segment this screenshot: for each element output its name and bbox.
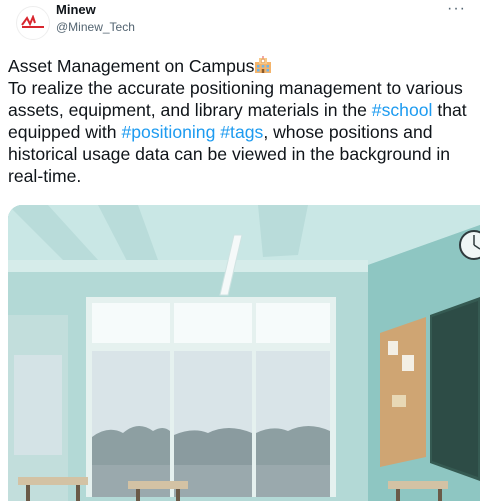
minew-logo-icon — [21, 15, 44, 28]
more-options-icon[interactable]: ··· — [447, 1, 466, 17]
tweet-title-line: Asset Management on Campus — [8, 55, 470, 77]
hashtag-tags-link[interactable]: #tags — [220, 122, 263, 142]
author-display-name[interactable]: Minew — [56, 2, 96, 17]
tweet-title: Asset Management on Campus — [8, 56, 255, 76]
hashtag-school-link[interactable]: #school — [372, 100, 433, 120]
school-building-icon — [255, 56, 272, 73]
classroom-image — [8, 205, 480, 501]
tweet-text: Asset Management on Campus To realize th… — [8, 55, 470, 187]
author-handle[interactable]: @Minew_Tech — [56, 20, 135, 34]
hashtag-positioning-link[interactable]: #positioning — [121, 122, 215, 142]
avatar[interactable] — [16, 6, 50, 40]
tweet-media-image[interactable] — [8, 205, 480, 501]
tweet-body: To realize the accurate positioning mana… — [8, 77, 470, 187]
